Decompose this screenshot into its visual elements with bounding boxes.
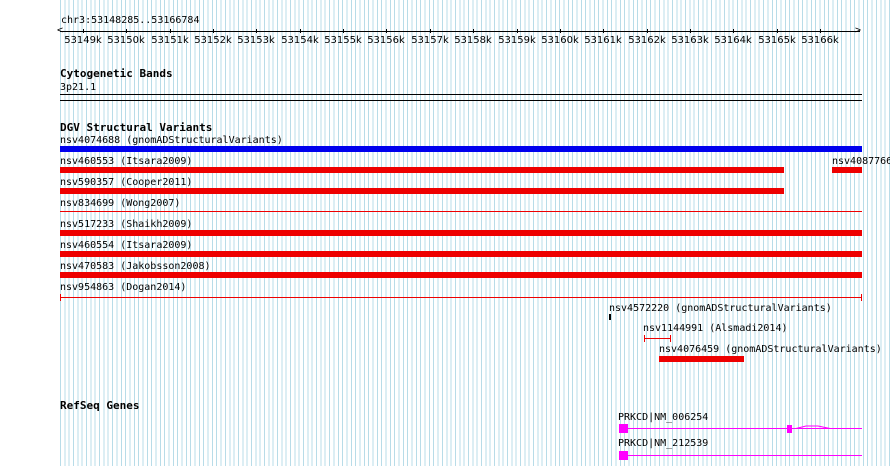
gene-exon [787, 425, 792, 433]
gene-feature[interactable] [619, 451, 862, 460]
gene-label[interactable]: PRKCD|NM_212539 [618, 438, 708, 449]
gene-models [619, 424, 862, 460]
gene-exon [619, 451, 628, 460]
gene-exon [619, 424, 628, 433]
gene-feature[interactable] [619, 424, 862, 433]
genome-browser-view: chr3:53148285..53166784 < > 53149k 53150k… [0, 0, 890, 466]
